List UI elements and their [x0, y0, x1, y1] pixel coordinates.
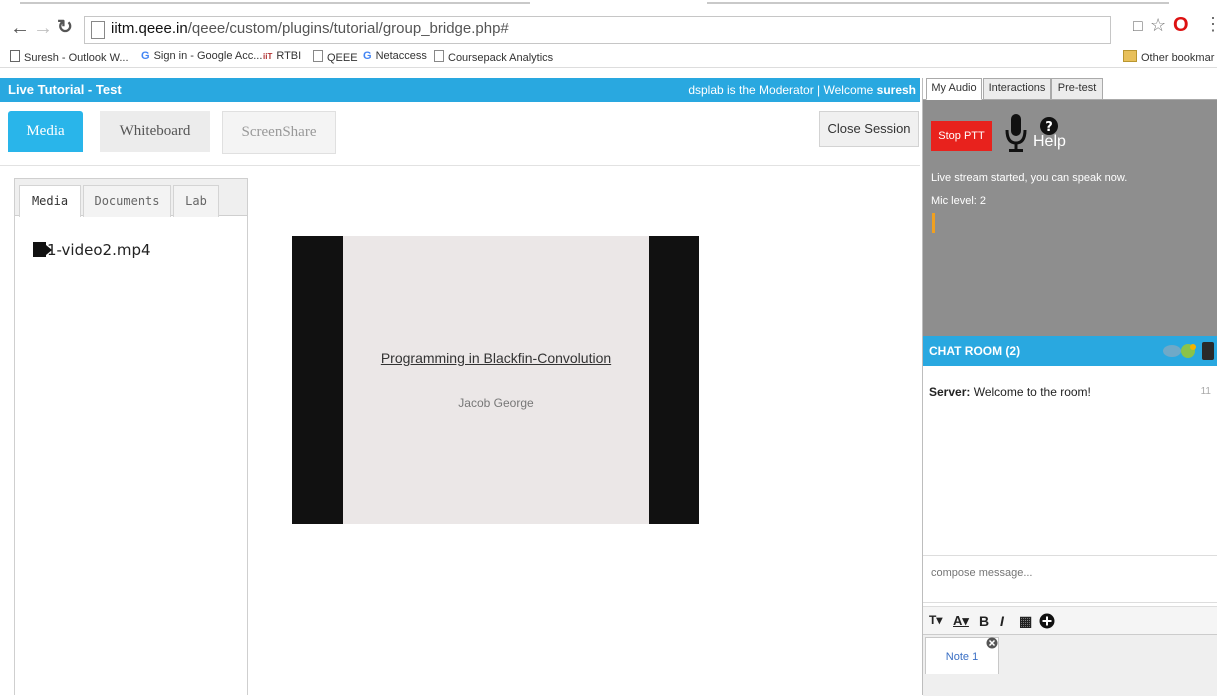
mic-level-label: Mic level: 2 [931, 195, 987, 207]
username: suresh [876, 83, 916, 97]
divider [0, 165, 920, 166]
right-sidebar: My Audio Interactions Pre-test Stop PTT … [922, 78, 1217, 696]
subtab-lab[interactable]: Lab [173, 185, 219, 217]
bookmark-rtbi[interactable]: iiT RTBI [263, 50, 301, 62]
tab-media[interactable]: Media [8, 111, 83, 152]
menu-icon[interactable]: ⋮ [1204, 14, 1217, 35]
bookmark-google[interactable]: G Sign in - Google Acc... [141, 50, 262, 62]
moderator-info: dsplab is the Moderator | Welcome suresh [688, 83, 916, 97]
notes-area: Note 1 [923, 634, 1217, 696]
subtab-media[interactable]: Media [19, 185, 81, 217]
bookmarks-bar: Suresh - Outlook W... G Sign in - Google … [0, 46, 1217, 68]
save-icon[interactable]: ▦ [1019, 613, 1032, 630]
tab-whiteboard[interactable]: Whiteboard [100, 111, 210, 152]
file-name: 1-video2.mp4 [47, 241, 151, 259]
chat-text: Welcome to the room! [973, 385, 1091, 399]
page-title: Live Tutorial - Test [8, 82, 122, 97]
video-player[interactable]: Programming in Blackfin-Convolution Jaco… [292, 236, 699, 524]
opera-icon[interactable]: O [1173, 14, 1189, 37]
forward-icon[interactable]: → [33, 17, 53, 39]
cast-icon[interactable]: □ [1133, 18, 1143, 36]
address-bar-row: ← → ↻ iitm.qeee.in/qeee/custom/plugins/t… [0, 12, 1217, 46]
compose-area [923, 555, 1217, 603]
video-camera-icon [33, 242, 46, 257]
slide-title: Programming in Blackfin-Convolution [380, 350, 612, 366]
back-icon[interactable]: ← [10, 17, 30, 39]
browser-tab[interactable] [707, 2, 1169, 12]
help-label[interactable]: Help [1033, 133, 1066, 151]
video-frame: Programming in Blackfin-Convolution Jaco… [343, 236, 649, 524]
bold-icon[interactable]: B [979, 613, 989, 629]
bookmark-netaccess[interactable]: G Netaccess [363, 50, 427, 62]
slide-author: Jacob George [458, 396, 534, 410]
page-icon [91, 21, 105, 39]
tab-interactions[interactable]: Interactions [983, 78, 1051, 100]
chat-message: Server: Welcome to the room! [929, 385, 1091, 399]
font-color-icon[interactable]: A▾ [953, 613, 969, 629]
add-icon[interactable] [1039, 613, 1055, 629]
reload-icon[interactable]: ↻ [57, 17, 73, 39]
tab-pre-test[interactable]: Pre-test [1051, 78, 1103, 100]
compose-message-input[interactable] [929, 566, 1213, 580]
media-file-item[interactable]: 1-video2.mp4 [33, 241, 151, 259]
note-tab-label: Note 1 [945, 651, 979, 663]
other-bookmarks[interactable]: Other bookmar [1123, 50, 1214, 64]
microphone-icon[interactable] [1005, 114, 1027, 154]
close-session-button[interactable]: Close Session [819, 111, 919, 147]
stream-status: Live stream started, you can speak now. [931, 172, 1128, 184]
stop-ptt-button[interactable]: Stop PTT [931, 121, 992, 151]
chat-timestamp: 11 [1200, 386, 1211, 397]
audio-panel: Stop PTT ? Help Live stream started, you… [923, 100, 1217, 354]
chat-room-title: CHAT ROOM (2) [929, 344, 1021, 358]
bookmark-outlook[interactable]: Suresh - Outlook W... [10, 50, 129, 64]
subtab-documents[interactable]: Documents [83, 185, 171, 217]
font-size-icon[interactable]: T▾ [929, 613, 942, 627]
tab-screenshare[interactable]: ScreenShare [222, 111, 336, 154]
chat-emoticons-icon[interactable] [1162, 340, 1214, 362]
media-subtabs: Media Documents Lab [15, 179, 247, 217]
star-icon[interactable]: ☆ [1150, 15, 1166, 36]
sidebar-tabs: My Audio Interactions Pre-test [923, 78, 1217, 100]
note-tab[interactable]: Note 1 [925, 637, 999, 674]
browser-tab-strip [0, 0, 1217, 12]
chat-room-header: CHAT ROOM (2) [923, 336, 1217, 366]
close-icon[interactable] [986, 637, 998, 649]
media-panel: Media Documents Lab 1-video2.mp4 [14, 178, 248, 695]
chat-sender: Server: [929, 385, 971, 399]
app-header: Live Tutorial - Test dsplab is the Moder… [0, 78, 920, 102]
mic-level-meter [932, 213, 935, 233]
italic-icon[interactable]: I [1000, 613, 1004, 629]
note-toolbar: T▾ A▾ B I ▦ [923, 606, 1217, 637]
folder-icon [1123, 50, 1137, 62]
bookmark-coursepack[interactable]: Coursepack Analytics [434, 50, 553, 64]
tab-my-audio[interactable]: My Audio [926, 78, 982, 100]
browser-tab[interactable] [20, 2, 530, 12]
bookmark-qeee[interactable]: QEEE [313, 50, 358, 64]
url-text: iitm.qeee.in/qeee/custom/plugins/tutoria… [111, 20, 509, 37]
url-field[interactable]: iitm.qeee.in/qeee/custom/plugins/tutoria… [84, 16, 1111, 44]
